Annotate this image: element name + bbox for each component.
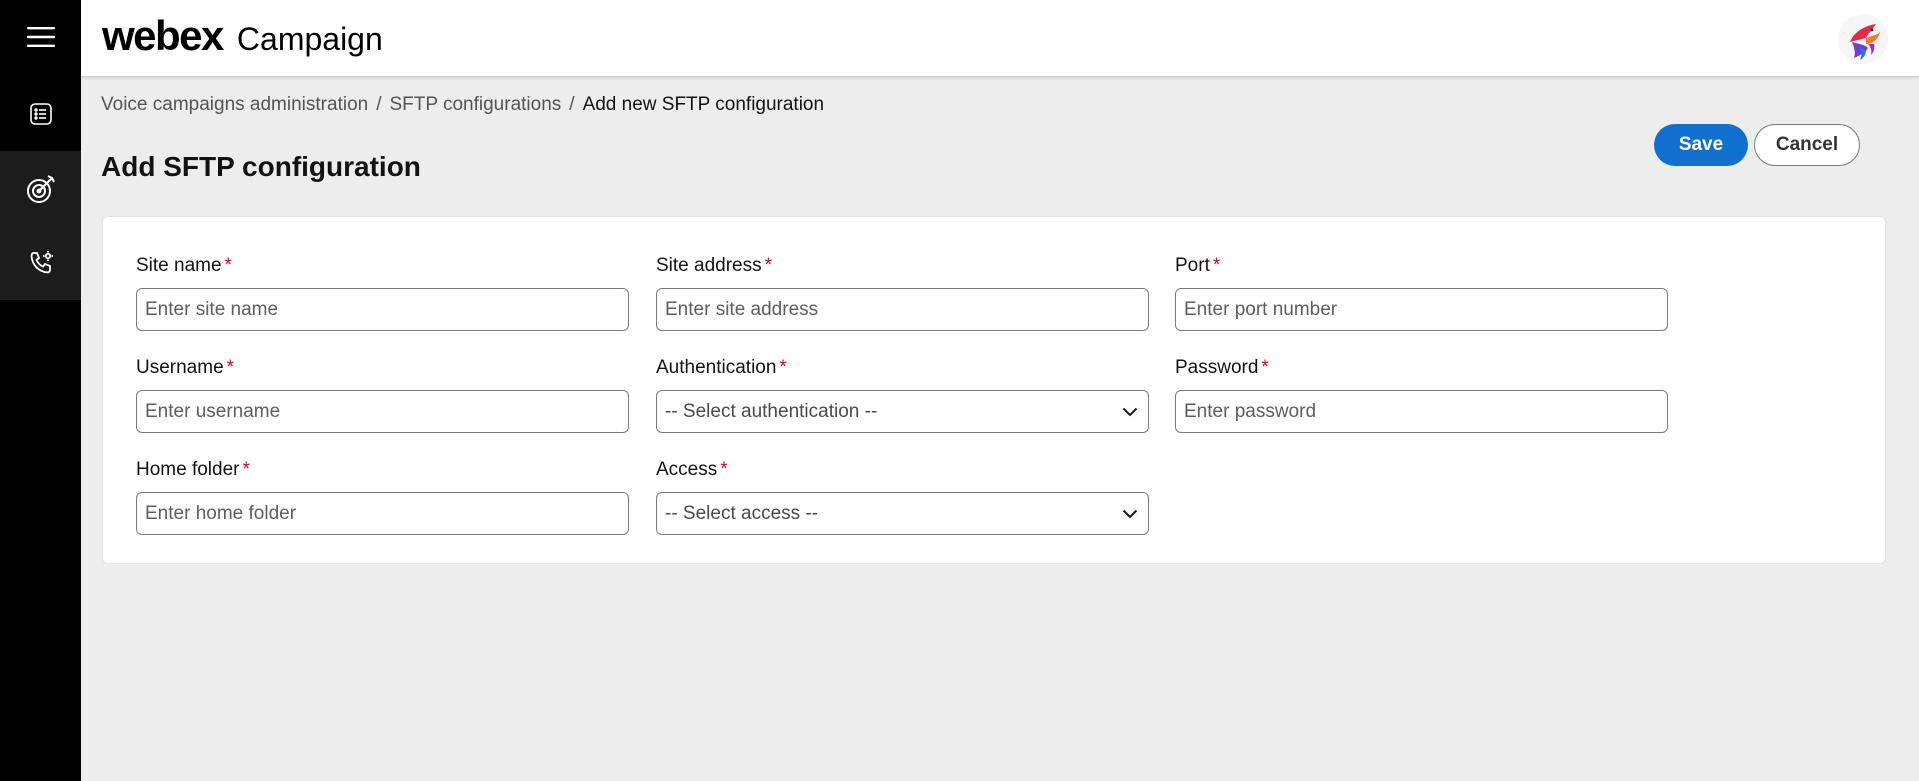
required-marker: * [1212, 255, 1221, 276]
breadcrumb: Voice campaigns administration / SFTP co… [101, 94, 824, 116]
nav-item-list[interactable] [0, 76, 81, 151]
breadcrumb-separator: / [376, 94, 382, 115]
phone-settings-icon [30, 251, 53, 274]
chevron-down-icon [1122, 509, 1138, 518]
site-name-field: Site name * [136, 253, 629, 331]
app-header: webex Campaign [81, 0, 1919, 77]
home-folder-input[interactable] [136, 492, 629, 535]
target-icon [26, 174, 55, 203]
required-marker: * [779, 357, 787, 378]
access-label: Access * [656, 459, 728, 480]
webex-logo: webex [102, 12, 224, 59]
username-input[interactable] [136, 390, 629, 433]
user-avatar[interactable] [1838, 14, 1888, 64]
authentication-label: Authentication * [656, 357, 787, 378]
password-field: Password * [1175, 355, 1668, 433]
required-marker: * [224, 255, 232, 276]
username-label: Username * [136, 357, 235, 378]
brand: webex Campaign [102, 12, 383, 63]
required-marker: * [242, 459, 250, 480]
left-nav-rail [0, 0, 81, 781]
username-field: Username * [136, 355, 629, 433]
sftp-form-card: Site name* Site address* Port* Username*… [102, 216, 1886, 564]
password-label: Password * [1175, 357, 1269, 378]
home-folder-label: Home folder * [136, 459, 250, 480]
breadcrumb-separator: / [569, 94, 575, 115]
list-document-icon [29, 102, 52, 125]
bird-avatar-icon [1850, 24, 1880, 60]
breadcrumb-link-sftp-configurations[interactable]: SFTP configurations [389, 94, 561, 116]
breadcrumb-current: Add new SFTP configuration [582, 94, 825, 115]
save-button[interactable]: Save [1654, 124, 1748, 166]
site-address-label: Site address * [656, 255, 773, 276]
required-marker: * [226, 357, 235, 378]
hamburger-menu-icon [26, 27, 55, 47]
port-input[interactable] [1175, 288, 1668, 331]
access-field: Access * -- Select access -- [656, 457, 1149, 535]
nav-item-campaigns[interactable] [0, 151, 81, 226]
site-address-input[interactable] [656, 288, 1149, 331]
authentication-field: Authentication * -- Select authentication… [656, 355, 1149, 433]
access-selected-value: -- Select access -- [665, 502, 819, 524]
menu-button[interactable] [0, 0, 81, 74]
access-select[interactable]: -- Select access -- [656, 492, 1149, 535]
password-input[interactable] [1175, 390, 1668, 433]
nav-item-voice-settings[interactable] [0, 226, 81, 300]
port-field: Port * [1175, 253, 1668, 331]
required-marker: * [1261, 357, 1269, 378]
required-marker: * [720, 459, 728, 480]
port-label: Port * [1175, 255, 1221, 276]
site-address-field: Site address * [656, 253, 1149, 331]
authentication-select[interactable]: -- Select authentication -- [656, 390, 1149, 433]
home-folder-field: Home folder * [136, 457, 629, 535]
cancel-button[interactable]: Cancel [1754, 124, 1860, 166]
product-name: Campaign [236, 21, 383, 57]
required-marker: * [764, 255, 773, 276]
site-name-label: Site name * [136, 255, 232, 276]
chevron-down-icon [1122, 407, 1138, 416]
page-title: Add SFTP configuration [101, 151, 421, 182]
site-name-input[interactable] [136, 288, 629, 331]
breadcrumb-link-voice-campaigns[interactable]: Voice campaigns administration [101, 94, 368, 116]
authentication-selected-value: -- Select authentication -- [665, 400, 878, 422]
